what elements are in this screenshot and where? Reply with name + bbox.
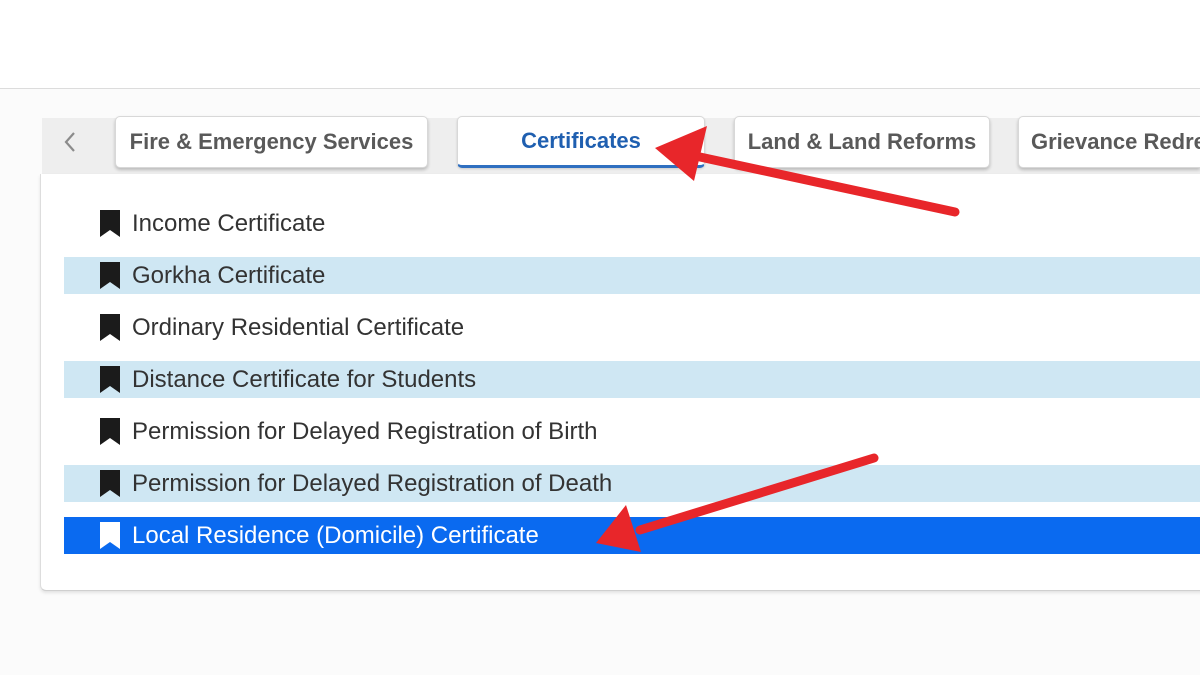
list-item-ordinary-residential-certificate[interactable]: Ordinary Residential Certificate bbox=[64, 309, 1200, 346]
list-item-label: Permission for Delayed Registration of B… bbox=[132, 417, 598, 445]
tab-label: Grievance Redre bbox=[1031, 129, 1200, 154]
tab-label: Land & Land Reforms bbox=[747, 129, 977, 154]
list-item-label: Income Certificate bbox=[132, 209, 326, 237]
bookmark-icon bbox=[94, 210, 126, 237]
list-item-distance-certificate-for-students[interactable]: Distance Certificate for Students bbox=[64, 361, 1200, 398]
bookmark-icon bbox=[94, 314, 126, 341]
list-item-label: Distance Certificate for Students bbox=[132, 365, 477, 393]
bookmark-icon bbox=[94, 470, 126, 497]
list-item-label: Gorkha Certificate bbox=[132, 261, 326, 289]
list-item-label: Local Residence (Domicile) Certificate bbox=[132, 521, 539, 549]
list-item-gorkha-certificate[interactable]: Gorkha Certificate bbox=[64, 257, 1200, 294]
list-item-delayed-registration-birth[interactable]: Permission for Delayed Registration of B… bbox=[64, 413, 1200, 450]
bookmark-icon bbox=[94, 366, 126, 393]
tab-grievance-redressal[interactable]: Grievance Redre bbox=[1018, 116, 1200, 168]
list-item-label: Ordinary Residential Certificate bbox=[132, 313, 465, 341]
certificate-service-list: Income Certificate Gorkha Certificate Or… bbox=[64, 205, 1200, 569]
tab-label: Certificates bbox=[521, 128, 641, 153]
bookmark-icon bbox=[94, 418, 126, 445]
tab-fire-emergency-services[interactable]: Fire & Emergency Services bbox=[115, 116, 428, 168]
list-item-delayed-registration-death[interactable]: Permission for Delayed Registration of D… bbox=[64, 465, 1200, 502]
tabs-prev-button[interactable] bbox=[44, 120, 96, 168]
bookmark-icon bbox=[94, 522, 126, 549]
list-item-income-certificate[interactable]: Income Certificate bbox=[64, 205, 1200, 242]
tab-land-land-reforms[interactable]: Land & Land Reforms bbox=[734, 116, 990, 168]
list-item-local-residence-domicile-certificate[interactable]: Local Residence (Domicile) Certificate bbox=[64, 517, 1200, 554]
top-blank-area bbox=[0, 0, 1200, 89]
list-item-label: Permission for Delayed Registration of D… bbox=[132, 469, 613, 497]
tab-label: Fire & Emergency Services bbox=[129, 129, 414, 154]
bookmark-icon bbox=[94, 262, 126, 289]
tab-certificates[interactable]: Certificates bbox=[457, 116, 705, 168]
chevron-left-icon bbox=[63, 129, 77, 160]
